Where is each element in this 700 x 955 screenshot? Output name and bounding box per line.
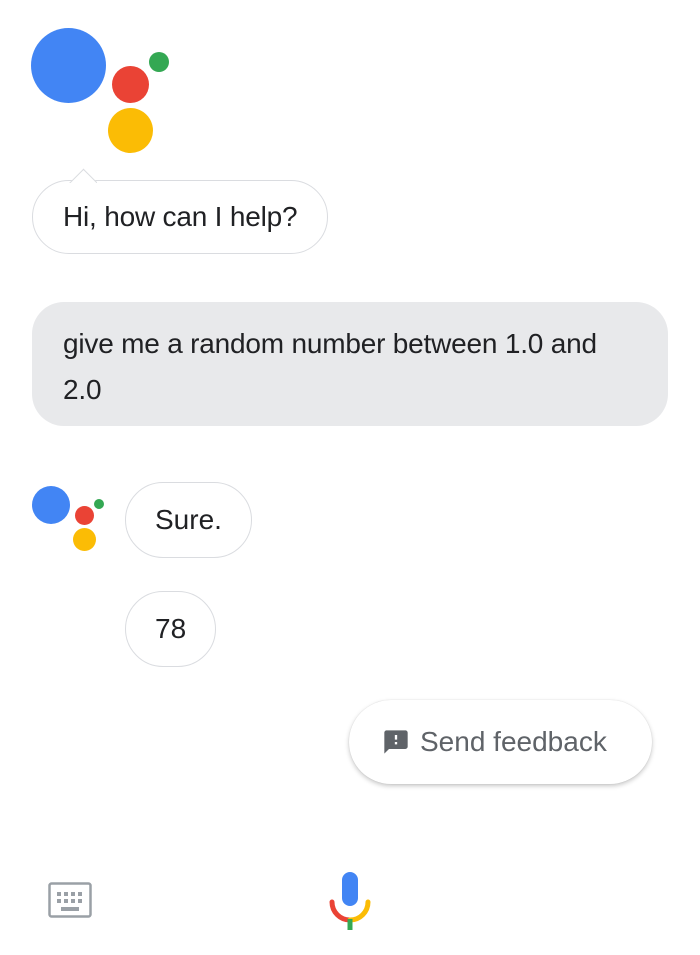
user-query-text: give me a random number between 1.0 and … [63,328,597,405]
assistant-greeting-bubble: Hi, how can I help? [32,180,329,254]
mic-icon [329,872,371,930]
avatar-red-dot [75,506,94,525]
avatar-blue-dot [32,486,70,524]
assistant-reply-bubble: Sure. [125,482,252,558]
feedback-icon [384,730,408,754]
reply-text: 78 [155,613,187,644]
avatar-green-dot [94,499,104,509]
logo-red-dot [112,66,149,103]
microphone-button[interactable] [326,870,374,932]
logo-green-dot [149,52,169,72]
keyboard-icon [48,882,92,918]
reply-text: Sure. [155,504,222,535]
assistant-reply-bubble: 78 [125,591,217,667]
assistant-logo [0,0,200,160]
send-feedback-label: Send feedback [420,726,607,757]
logo-blue-dot [31,28,106,103]
avatar-yellow-dot [73,528,96,551]
send-feedback-button[interactable]: Send feedback [349,700,652,784]
bubble-tail [69,165,97,183]
user-query-bubble: give me a random number between 1.0 and … [32,302,668,426]
greeting-text: Hi, how can I help? [63,201,298,232]
logo-yellow-dot [108,108,153,153]
keyboard-button[interactable] [48,882,92,918]
assistant-avatar [28,480,108,560]
